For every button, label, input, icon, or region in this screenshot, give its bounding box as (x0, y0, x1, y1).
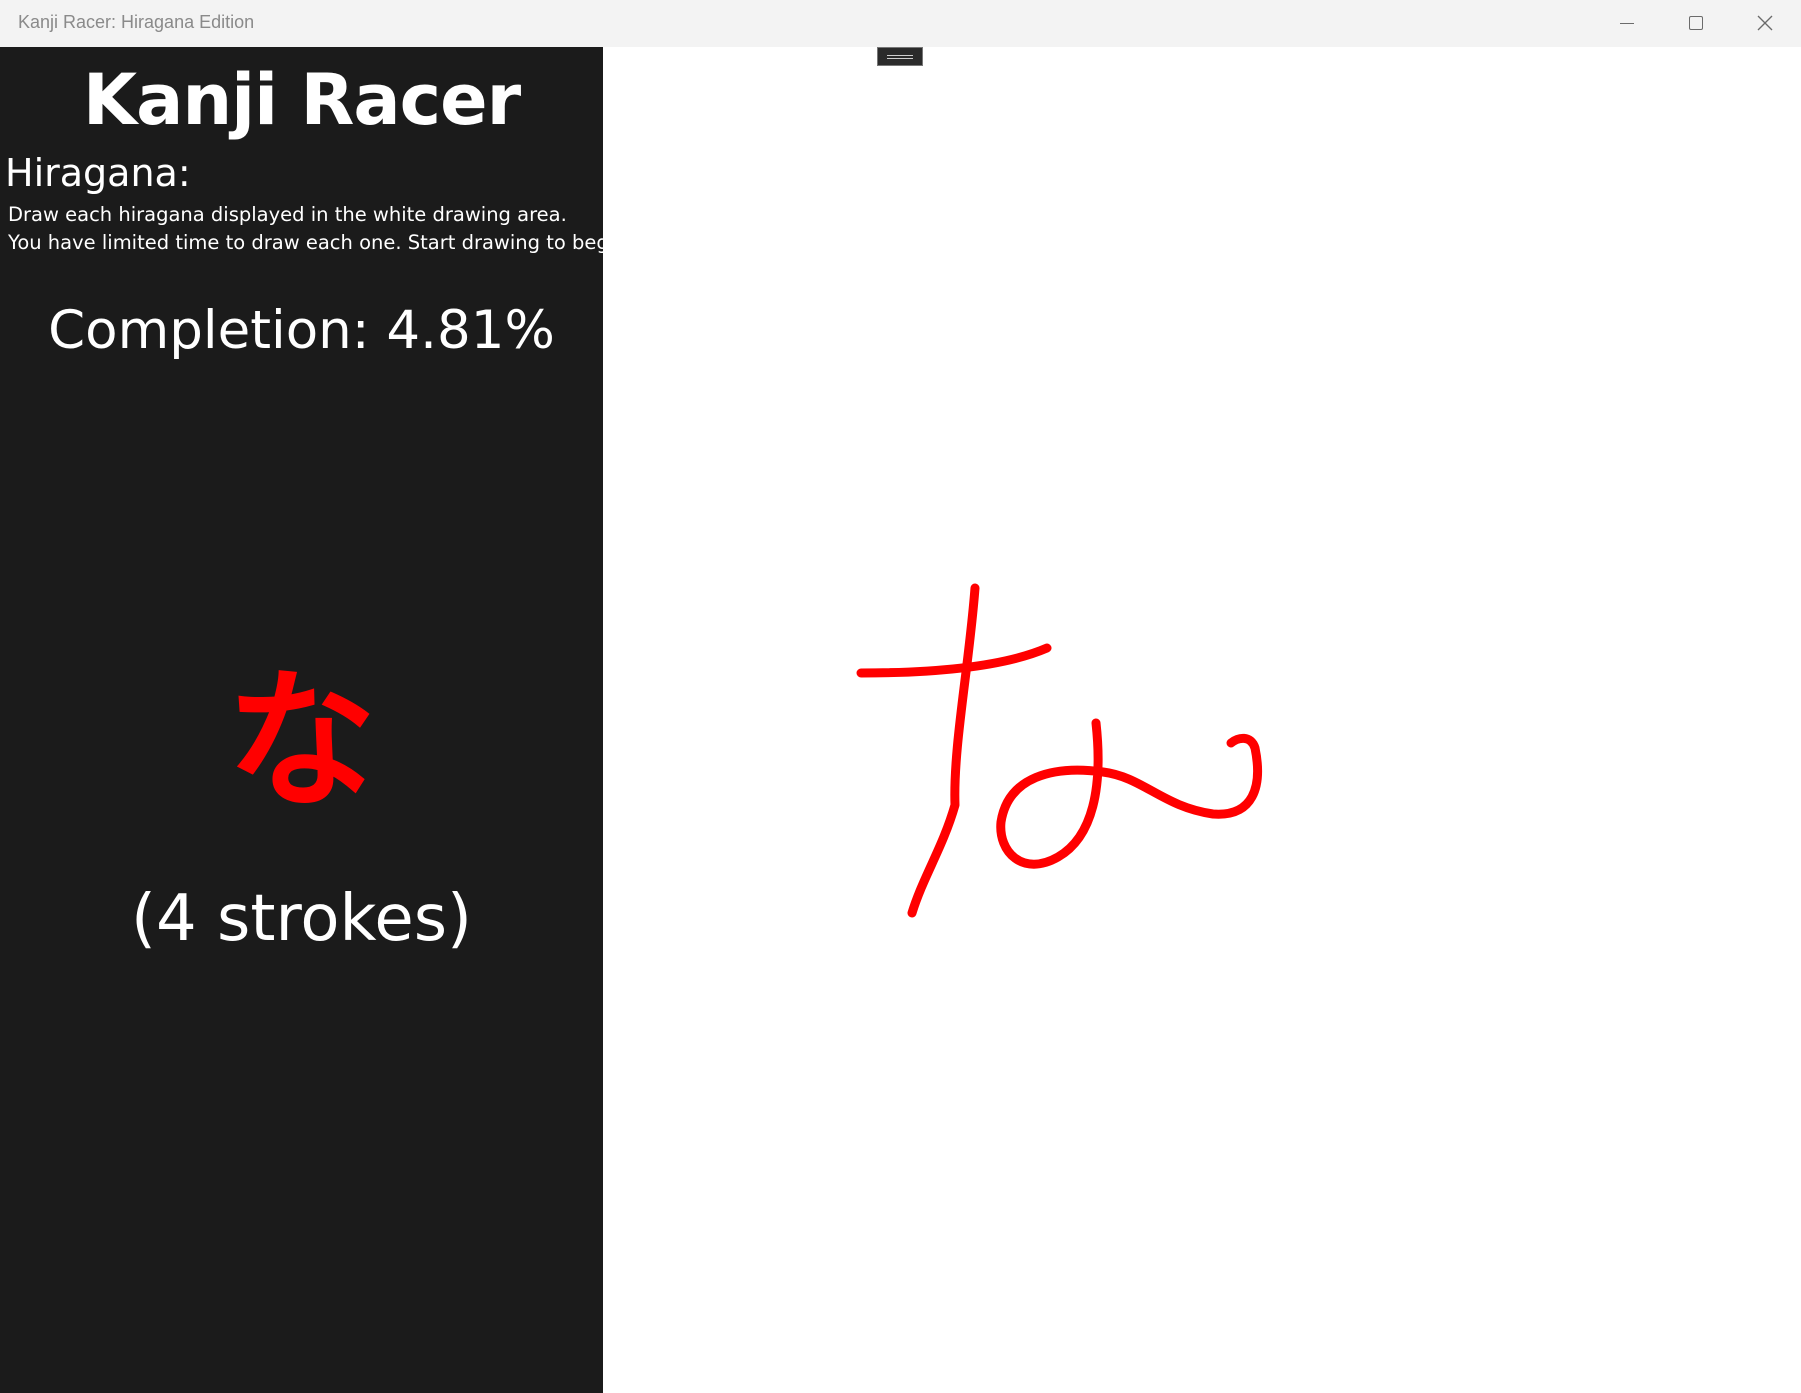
app-title: Kanji Racer (82, 59, 521, 141)
close-icon (1757, 15, 1773, 31)
minimize-icon (1620, 23, 1634, 24)
ink-stroke (996, 718, 1263, 869)
stroke-count: (4 strokes) (131, 882, 472, 956)
instruction-line: Draw each hiragana displayed in the whit… (8, 203, 567, 226)
app-window: Kanji Racer: Hiragana Edition Kanji Race… (0, 0, 1801, 1393)
drawing-canvas[interactable] (603, 47, 1801, 1393)
sidebar: Kanji Racer Hiragana: Draw each hiragana… (0, 47, 633, 1393)
ink-stroke (856, 643, 1052, 678)
close-button[interactable] (1730, 0, 1799, 47)
ink-strokes (856, 583, 1263, 918)
instruction-line: You have limited time to draw each one. … (8, 231, 633, 254)
maximize-button[interactable] (1661, 0, 1730, 47)
completion-status: Completion: 4.81% (48, 300, 555, 361)
section-heading: Hiragana: (5, 151, 191, 195)
target-hiragana: な (226, 655, 377, 829)
minimize-button[interactable] (1592, 0, 1661, 47)
title-bar[interactable]: Kanji Racer: Hiragana Edition (0, 0, 1801, 47)
ink-stroke (907, 583, 980, 918)
maximize-icon (1689, 16, 1703, 30)
window-title: Kanji Racer: Hiragana Edition (18, 12, 255, 32)
